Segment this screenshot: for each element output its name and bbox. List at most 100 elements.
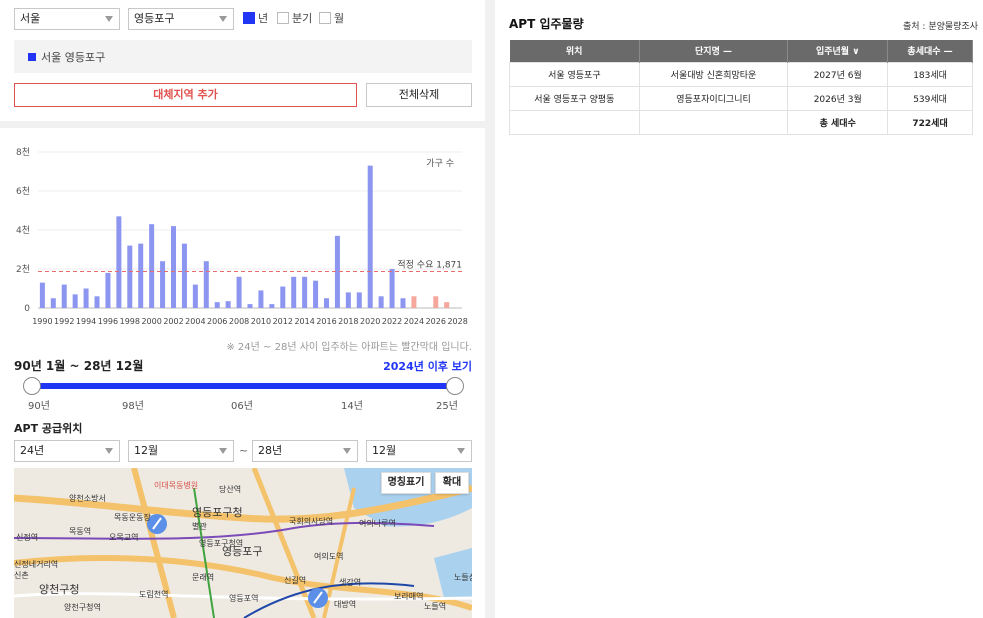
map-zoom-button[interactable]: 확대 <box>435 472 469 494</box>
bar <box>356 292 362 308</box>
period-label: 90년 1월 ~ 28년 12월 <box>14 359 144 373</box>
chevron-down-icon <box>105 16 113 22</box>
map-place-label: 신정네거리역 <box>14 559 58 569</box>
bar <box>203 261 209 308</box>
x-tick-label: 2000 <box>141 317 161 326</box>
x-tick-label: 2006 <box>207 317 227 326</box>
district-select[interactable]: 영등포구 <box>128 8 234 30</box>
column-header-location[interactable]: 위치 <box>509 40 640 62</box>
period-quarter-checkbox[interactable]: 분기 <box>277 10 312 26</box>
y-tick-label: 4천 <box>16 225 30 236</box>
bar <box>181 243 187 308</box>
period-year-checkbox[interactable]: 년 <box>243 10 268 26</box>
bar <box>192 284 198 308</box>
bar <box>302 276 308 308</box>
bar <box>444 302 450 308</box>
bar <box>378 296 384 308</box>
map-place-label: 여의도역 <box>314 551 343 561</box>
map-place-label: 샛강역 <box>339 577 361 587</box>
x-tick-label: 2018 <box>338 317 358 326</box>
map-place-label: 보라매역 <box>394 591 423 601</box>
from-month-select[interactable]: 12월 <box>128 440 234 462</box>
chevron-down-icon <box>219 16 227 22</box>
cell-move-in: 2027년 6월 <box>787 61 889 87</box>
map-place-label: 국회의사당역 <box>289 516 333 526</box>
x-tick-label: 2024 <box>404 317 424 326</box>
map-place-label: 별관 <box>192 521 207 531</box>
cell-units: 539세대 <box>887 85 973 111</box>
apt-move-in-title: APT 입주물량 <box>509 17 584 31</box>
to-month-value: 12월 <box>372 444 397 457</box>
cell-move-in: 2026년 3월 <box>787 85 889 111</box>
bar <box>367 165 373 308</box>
map-place-label: 이대목동병원 <box>154 480 198 490</box>
delete-all-button[interactable]: 전체삭제 <box>366 83 472 107</box>
from-year-value: 24년 <box>20 444 45 457</box>
x-tick-label: 2026 <box>426 317 446 326</box>
period-quarter-label: 분기 <box>292 12 313 25</box>
x-tick-label: 2016 <box>316 317 336 326</box>
bar <box>94 296 100 308</box>
slider-tick: 14년 <box>341 401 363 412</box>
from-year-select[interactable]: 24년 <box>14 440 120 462</box>
checkbox-icon <box>277 12 289 24</box>
to-month-select[interactable]: 12월 <box>366 440 472 462</box>
map-place-label: 목동역 <box>69 526 91 536</box>
column-header-move-in[interactable]: 입주년월 ∨ <box>787 40 889 62</box>
cell-empty <box>509 109 640 135</box>
selected-region-label: 서울 영등포구 <box>41 51 106 64</box>
total-label: 총 세대수 <box>787 109 889 135</box>
bar <box>39 282 45 308</box>
bar <box>280 286 286 308</box>
map-place-label: 오목교역 <box>109 532 138 542</box>
x-tick-label: 2010 <box>251 317 271 326</box>
cell-complex: 영등포자이디그니티 <box>638 85 789 111</box>
map-place-label: 양천구청역 <box>64 602 101 612</box>
bar <box>149 224 155 308</box>
x-tick-label: 2028 <box>447 317 467 326</box>
bar <box>323 298 329 308</box>
column-header-units[interactable]: 총세대수 — <box>887 40 973 62</box>
district-select-value: 영등포구 <box>134 12 175 25</box>
bar <box>258 290 264 308</box>
show-names-button[interactable]: 명칭표기 <box>381 472 431 494</box>
x-tick-label: 1990 <box>32 317 52 326</box>
slider-start-handle[interactable] <box>23 377 41 395</box>
bar <box>345 292 351 308</box>
to-year-select[interactable]: 28년 <box>252 440 358 462</box>
column-header-complex[interactable]: 단지명 — <box>639 40 789 62</box>
bar <box>400 298 406 308</box>
to-year-value: 28년 <box>258 444 283 457</box>
bar <box>50 298 56 308</box>
map-place-label: 대방역 <box>334 599 356 609</box>
slider-tick: 06년 <box>231 401 253 412</box>
series-color-icon <box>28 53 36 61</box>
apt-location-marker[interactable] <box>308 588 328 608</box>
y-tick-label: 0 <box>24 304 30 314</box>
chevron-down-icon <box>105 448 113 454</box>
bar <box>236 276 242 308</box>
view-after-2024-link[interactable]: 2024년 이후 보기 <box>360 358 472 374</box>
table-row[interactable]: 서울 영등포구 서울대방 신혼희망타운 2027년 6월 183세대 <box>509 61 973 87</box>
x-tick-label: 1992 <box>54 317 74 326</box>
map-place-label: 신정역 <box>16 532 38 542</box>
x-tick-label: 2022 <box>382 317 402 326</box>
cell-units: 183세대 <box>887 61 973 87</box>
cell-location: 서울 영등포구 <box>509 61 640 87</box>
add-region-button[interactable]: 대체지역 추가 <box>14 83 357 107</box>
x-tick-label: 2008 <box>229 317 249 326</box>
bar <box>389 269 395 308</box>
period-slider-track[interactable] <box>32 383 456 389</box>
city-select[interactable]: 서울 <box>14 8 120 30</box>
period-month-checkbox[interactable]: 월 <box>319 10 344 26</box>
city-select-value: 서울 <box>20 12 41 25</box>
period-year-label: 년 <box>258 12 269 25</box>
apt-table: 위치 단지명 — 입주년월 ∨ 총세대수 — 서울 영등포구 서울대방 신혼희망… <box>509 40 973 135</box>
x-tick-label: 2004 <box>185 317 205 326</box>
data-source-label: 출처 : 분양물량조사 <box>903 22 978 32</box>
table-row[interactable]: 서울 영등포구 양평동 영등포자이디그니티 2026년 3월 539세대 <box>509 85 973 111</box>
checkbox-icon <box>319 12 331 24</box>
cell-complex: 서울대방 신혼희망타운 <box>638 61 789 87</box>
slider-end-handle[interactable] <box>446 377 464 395</box>
bar <box>269 304 275 308</box>
